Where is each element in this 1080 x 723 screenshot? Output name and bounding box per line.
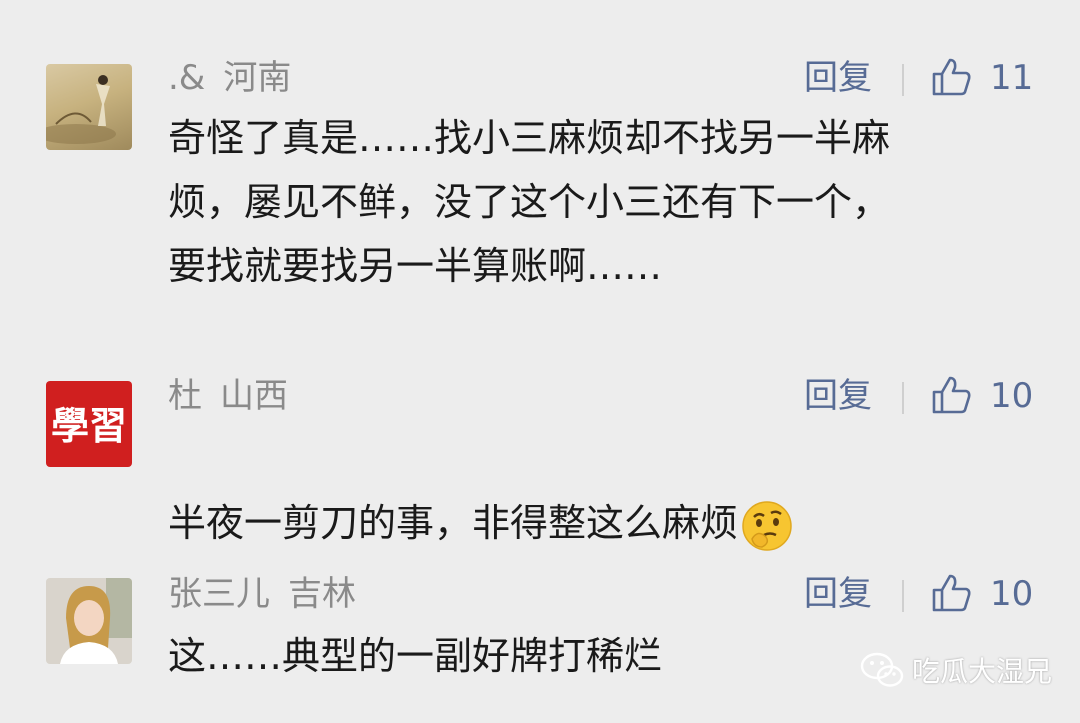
comment-text: 半夜一剪刀的事，非得整这么麻烦 [168, 427, 1028, 555]
comment-meta: .& 河南 [168, 58, 291, 98]
wechat-icon [860, 652, 904, 687]
divider [902, 64, 904, 96]
thumbs-up-icon[interactable] [930, 572, 972, 614]
person-photo-icon [46, 578, 132, 664]
comment-meta: 杜山西 [168, 376, 288, 416]
divider [902, 382, 904, 414]
thinking-face-emoji-icon [742, 500, 792, 551]
username[interactable]: 杜 [168, 376, 202, 416]
region: 吉林 [288, 574, 356, 614]
thumbs-up-icon[interactable] [930, 374, 972, 416]
like-count: 11 [990, 58, 1034, 98]
like-count: 10 [990, 376, 1034, 416]
reply-button[interactable]: 回复 [804, 58, 872, 98]
avatar[interactable]: 學習 [46, 381, 132, 467]
thumbs-up-icon[interactable] [930, 56, 972, 98]
comment-meta: 张三儿 吉林 [168, 574, 356, 614]
avatar[interactable] [46, 64, 132, 150]
reply-button[interactable]: 回复 [804, 376, 872, 416]
like-count: 10 [990, 574, 1034, 614]
svg-text:學習: 學習 [51, 403, 127, 448]
region: 河南 [223, 58, 292, 98]
divider [902, 580, 904, 612]
region: 山西 [220, 376, 288, 416]
landscape-painting-icon [46, 75, 116, 144]
username[interactable]: .& [168, 58, 205, 98]
reply-button[interactable]: 回复 [804, 574, 872, 614]
avatar[interactable] [46, 578, 132, 664]
watermark: 吃瓜大湿兄 [860, 650, 1052, 690]
watermark-label: 吃瓜大湿兄 [912, 655, 1053, 688]
comment-text: 奇怪了真是……找小三麻烦却不找另一半麻 烦，屡见不鲜，没了这个小三还有下一个， … [168, 116, 891, 288]
calligraphy-icon: 學習 [51, 403, 127, 448]
comment-text-content: 半夜一剪刀的事，非得整这么麻烦 [168, 501, 739, 545]
username[interactable]: 张三儿 [168, 574, 270, 614]
